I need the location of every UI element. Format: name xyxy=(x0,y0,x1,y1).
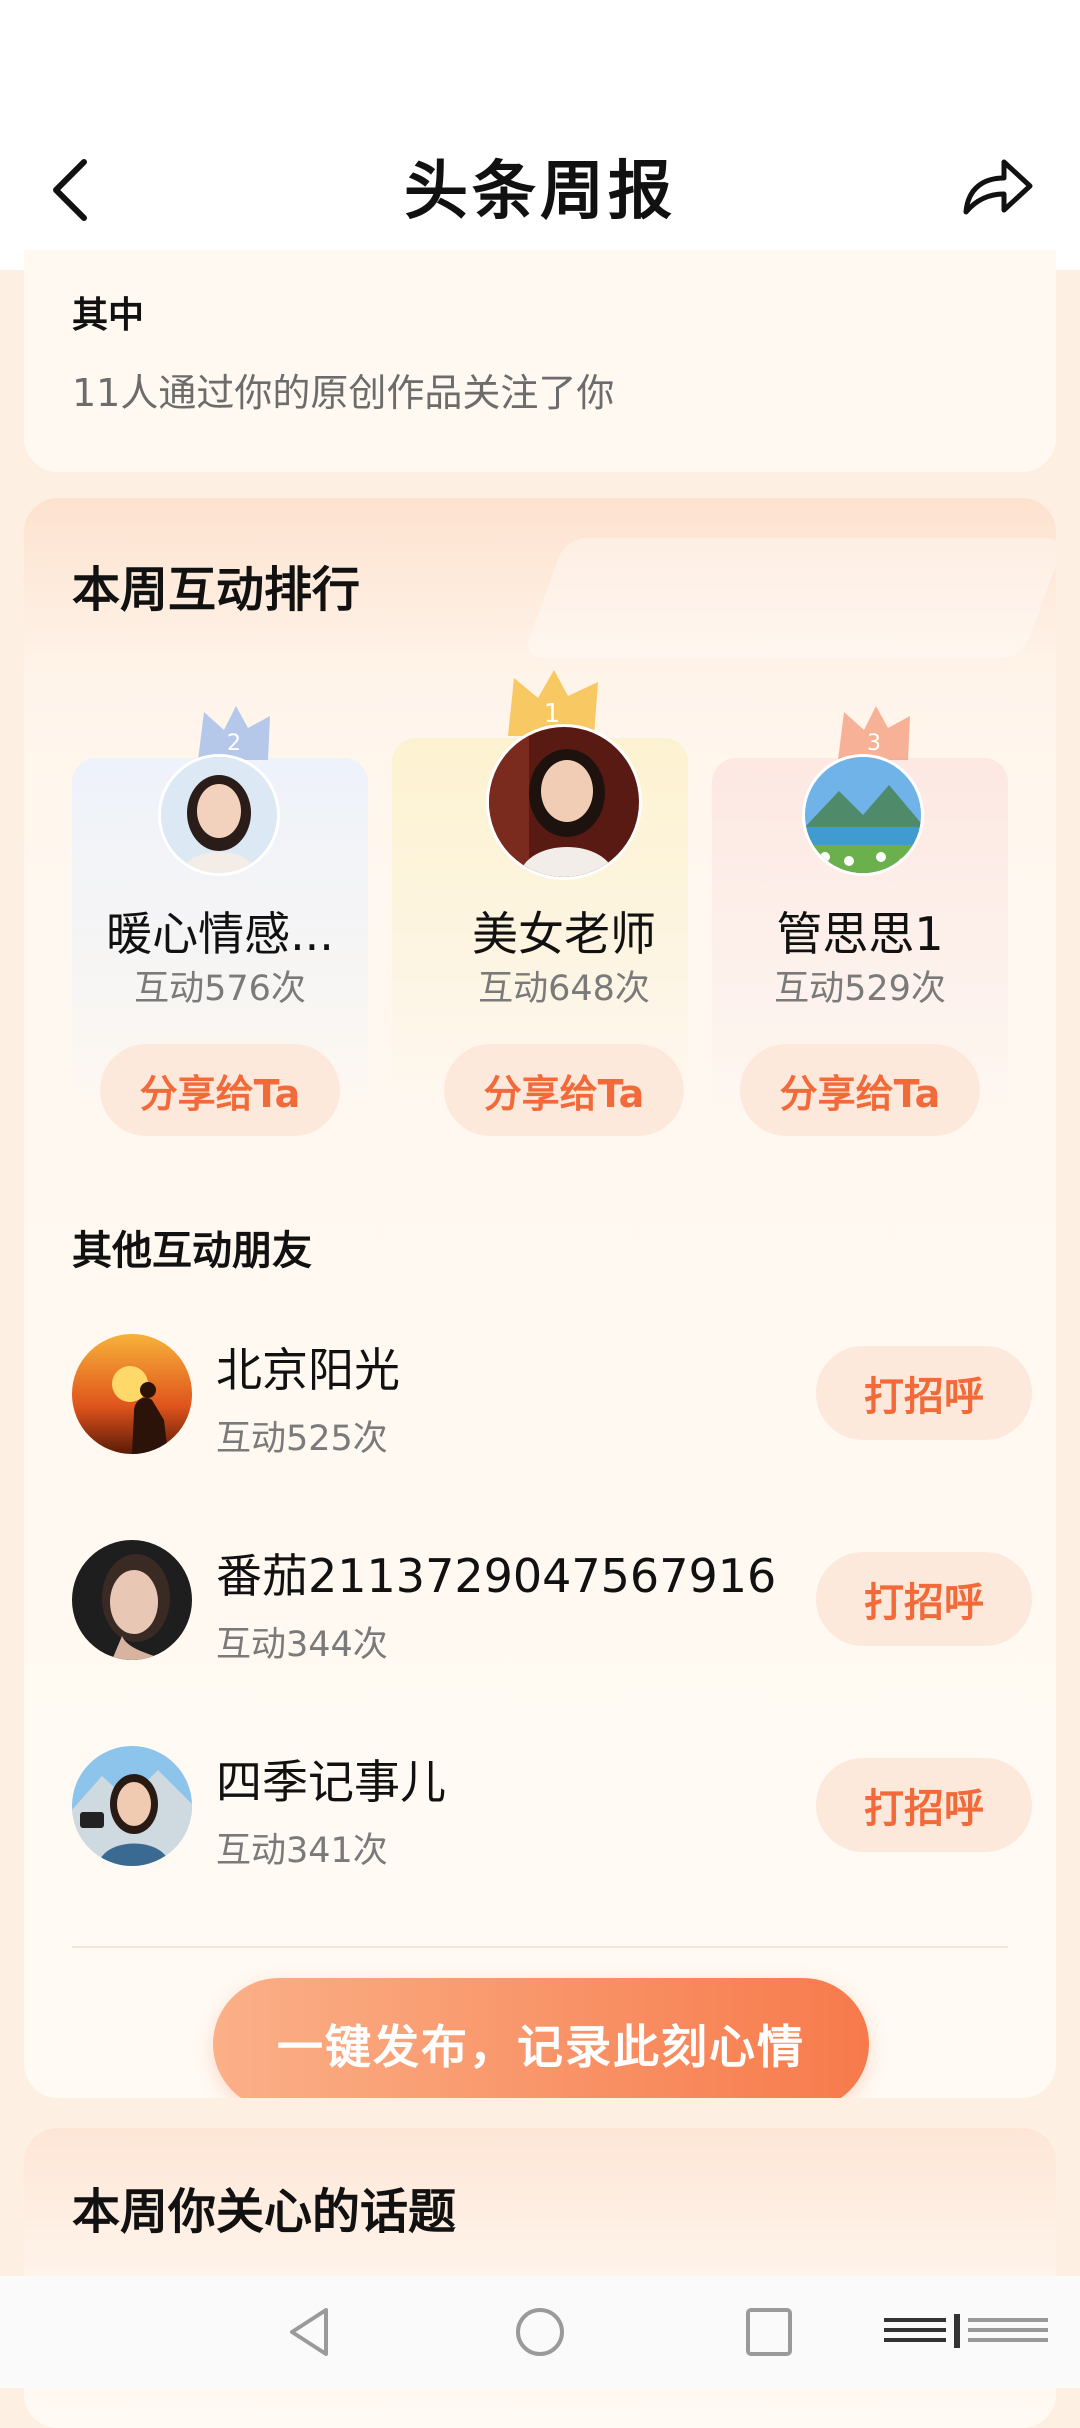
rank-name: 管思思1 xyxy=(776,907,944,961)
svg-text:2: 2 xyxy=(227,731,241,756)
follow-summary-card: 其中 11人通过你的原创作品关注了你 xyxy=(24,250,1056,472)
avatar[interactable] xyxy=(158,754,280,876)
rank-count: 互动576次 xyxy=(134,969,306,1009)
system-nav-bar xyxy=(0,2276,1080,2388)
avatar-image xyxy=(72,1334,192,1454)
avatar[interactable] xyxy=(72,1540,192,1660)
list-item[interactable]: 北京阳光 互动525次 打招呼 xyxy=(72,1334,1032,1464)
avatar-image xyxy=(161,757,277,873)
rank-count: 互动648次 xyxy=(478,969,650,1009)
nav-home-icon[interactable] xyxy=(512,2304,568,2360)
topics-title: 本周你关心的话题 xyxy=(72,2184,457,2240)
other-friends-title: 其他互动朋友 xyxy=(72,1228,312,1274)
nav-menu-icon[interactable] xyxy=(884,2314,1054,2350)
rank-count: 互动529次 xyxy=(774,969,946,1009)
list-item[interactable]: 番茄2113729047567916 互动344次 打招呼 xyxy=(72,1540,1032,1670)
friend-name: 四季记事儿 xyxy=(216,1755,446,1809)
share-to-ta-button[interactable]: 分享给Ta xyxy=(444,1044,684,1136)
say-hi-button[interactable]: 打招呼 xyxy=(816,1758,1032,1852)
avatar-image xyxy=(805,757,921,873)
page-title: 头条周报 xyxy=(404,155,676,229)
share-to-ta-button[interactable]: 分享给Ta xyxy=(740,1044,980,1136)
friend-name: 番茄2113729047567916 xyxy=(216,1549,777,1603)
rank-name: 暖心情感... xyxy=(106,907,334,961)
nav-recents-icon[interactable] xyxy=(744,2304,794,2360)
decorative-glow xyxy=(522,538,1056,658)
interaction-ranking-card: 本周互动排行 2 暖心情感... 互动576次 分享给Ta 1 美女老师 互动6… xyxy=(24,498,1056,2098)
avatar[interactable] xyxy=(486,724,642,880)
ranking-title: 本周互动排行 xyxy=(72,562,361,618)
say-hi-button[interactable]: 打招呼 xyxy=(816,1346,1032,1440)
nav-back-icon[interactable] xyxy=(284,2304,334,2360)
avatar-image xyxy=(72,1746,192,1866)
avatar-image xyxy=(489,727,639,877)
friend-count: 互动341次 xyxy=(216,1831,388,1871)
rank-card-2: 2 暖心情感... 互动576次 分享给Ta xyxy=(72,698,368,1138)
list-item[interactable]: 四季记事儿 互动341次 打招呼 xyxy=(72,1746,1032,1876)
svg-text:3: 3 xyxy=(867,731,881,756)
publish-mood-button[interactable]: 一键发布，记录此刻心情 xyxy=(213,1978,869,2098)
crown-icon: 3 xyxy=(838,706,910,760)
avatar[interactable] xyxy=(802,754,924,876)
crown-icon: 2 xyxy=(198,706,270,760)
avatar[interactable] xyxy=(72,1746,192,1866)
share-arrow-icon[interactable] xyxy=(958,152,1038,222)
rank-card-3: 3 管思思1 互动529次 分享给Ta xyxy=(712,698,1008,1138)
friend-count: 互动525次 xyxy=(216,1419,388,1459)
divider xyxy=(72,1946,1008,1948)
share-to-ta-button[interactable]: 分享给Ta xyxy=(100,1044,340,1136)
say-hi-button[interactable]: 打招呼 xyxy=(816,1552,1032,1646)
top-bar: 头条周报 xyxy=(0,0,1080,270)
summary-heading: 其中 xyxy=(72,295,145,336)
rank-card-1: 1 美女老师 互动648次 分享给Ta xyxy=(392,668,688,1136)
avatar-image xyxy=(72,1540,192,1660)
friend-count: 互动344次 xyxy=(216,1625,388,1665)
rank-name: 美女老师 xyxy=(472,907,656,961)
avatar[interactable] xyxy=(72,1334,192,1454)
summary-text: 11人通过你的原创作品关注了你 xyxy=(72,371,615,415)
friend-name: 北京阳光 xyxy=(216,1343,400,1397)
